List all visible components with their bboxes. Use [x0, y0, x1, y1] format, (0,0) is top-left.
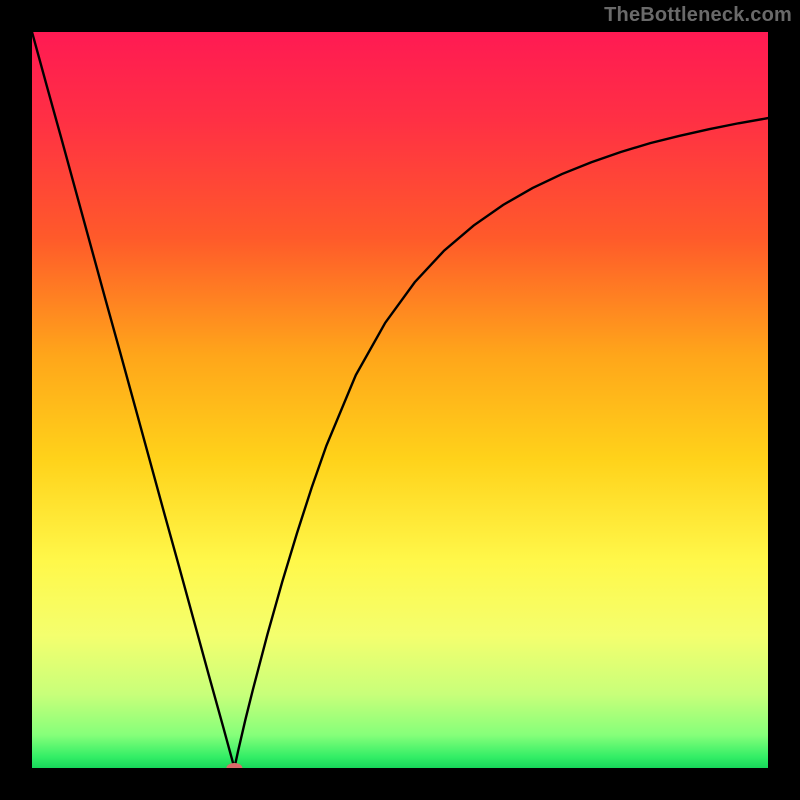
chart-svg: [32, 32, 768, 768]
chart-frame: TheBottleneck.com: [0, 0, 800, 800]
plot-area: [32, 32, 768, 768]
attribution-text: TheBottleneck.com: [604, 4, 792, 27]
